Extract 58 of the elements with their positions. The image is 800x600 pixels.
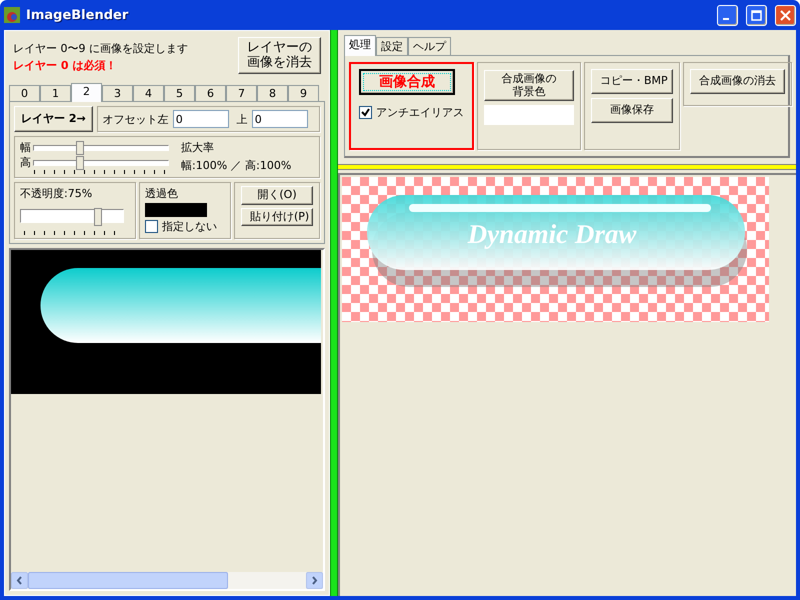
slider-label: 高 (20, 155, 31, 170)
minimize-icon (723, 18, 729, 20)
maximize-icon (751, 10, 762, 20)
action-button[interactable]: 貼り付け(P) (241, 208, 313, 226)
action-button[interactable]: 開く(O) (241, 186, 313, 205)
color-swatch[interactable] (484, 105, 574, 126)
layer-tab[interactable]: 5 (164, 85, 195, 101)
composite-image-drawing: Dynamic Draw (342, 177, 769, 322)
opacity-slider-track[interactable] (20, 209, 124, 223)
transparent-color-label: 透過色 (145, 186, 178, 201)
layer-tab[interactable]: 9 (288, 85, 319, 101)
layer-tab[interactable]: 0 (9, 85, 40, 101)
close-button[interactable] (775, 4, 796, 26)
checkbox-label: 指定しない (162, 219, 217, 234)
layer-tab[interactable]: 6 (195, 85, 226, 101)
close-icon (780, 10, 791, 20)
scale-label: 拡大率 (181, 140, 215, 155)
opacity-slider-thumb[interactable] (94, 208, 102, 226)
layer-tab[interactable]: 7 (226, 85, 257, 101)
chevron-left-icon (16, 576, 23, 585)
background-color-button[interactable]: 合成画像の 背景色 (484, 70, 574, 102)
save-image-button[interactable]: 画像保存 (591, 98, 673, 123)
scale-reading: 幅:100% ／ 高:100% (181, 158, 292, 173)
clear-image-button[interactable]: 合成画像の消去 (690, 69, 785, 94)
maximize-button[interactable] (746, 4, 767, 26)
slider-label: 幅 (20, 140, 31, 155)
offset-top-label: 上 (236, 112, 248, 126)
layer-tab[interactable]: 3 (102, 85, 133, 101)
chevron-right-icon (311, 576, 318, 585)
clear-layer-button[interactable]: レイヤーの 画像を消去 (238, 37, 321, 74)
scrollbar-thumb[interactable] (28, 572, 228, 589)
info-text: レイヤー 0〜9 に画像を設定します (13, 41, 188, 57)
offset-top-field[interactable]: 0 (252, 110, 308, 128)
layer-tab[interactable]: 2 (71, 83, 102, 102)
checkbox-label: アンチエイリアス (376, 105, 464, 120)
layer-tab[interactable]: 4 (133, 85, 164, 101)
opacity-label: 不透明度:75% (20, 186, 92, 201)
tab[interactable]: 処理 (344, 35, 376, 56)
warning-text: レイヤー 0 は必須！ (13, 58, 118, 74)
layer-button[interactable]: レイヤー 2→ (14, 106, 93, 132)
slider-thumb[interactable] (76, 156, 84, 170)
tab[interactable]: 設定 (376, 37, 408, 55)
offset-left-label: オフセット左 (102, 112, 169, 126)
offset-left-field[interactable]: 0 (172, 110, 229, 128)
minimize-button[interactable] (717, 4, 738, 26)
tab[interactable]: ヘルプ (408, 37, 451, 55)
slider-thumb[interactable] (76, 140, 84, 154)
color-swatch[interactable] (145, 203, 207, 217)
layer-tab[interactable]: 8 (257, 85, 288, 101)
window-title: ImageBlender (26, 8, 130, 22)
scroll-right-button[interactable] (306, 572, 323, 589)
splitter-bar[interactable] (330, 30, 338, 596)
scroll-left-button[interactable] (11, 572, 28, 589)
checkbox[interactable] (359, 106, 372, 120)
layer-tab[interactable]: 1 (40, 85, 71, 101)
copy-bmp-button[interactable]: コピー・BMP (591, 69, 673, 94)
app-icon (4, 7, 20, 23)
checkbox[interactable] (145, 220, 158, 233)
